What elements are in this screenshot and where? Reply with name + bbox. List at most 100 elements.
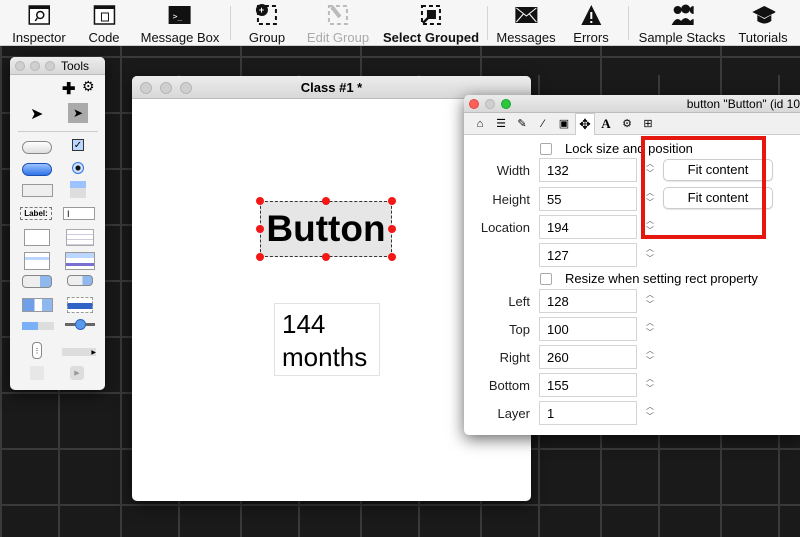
zoom-button[interactable]	[45, 61, 55, 71]
list-field-tool-icon[interactable]	[24, 252, 50, 270]
resize-handle[interactable]	[388, 253, 396, 261]
progress-bar-tool-icon[interactable]	[22, 322, 54, 330]
sample-stacks-button[interactable]: Sample Stacks	[639, 3, 725, 45]
location-x-field[interactable]: 194	[539, 215, 637, 239]
code-icon	[92, 3, 116, 27]
rectangle-button-tool-icon[interactable]	[22, 184, 53, 197]
tab-position-move-icon[interactable]: ✥	[575, 112, 595, 135]
tab-custom-properties-database-icon[interactable]: ☰	[491, 114, 511, 134]
right-label: Right	[499, 350, 530, 365]
edit-tool-arrow-icon[interactable]: ➤	[68, 103, 88, 123]
left-field[interactable]: 128	[539, 289, 637, 313]
zoom-button[interactable]	[180, 82, 192, 94]
selected-button-control[interactable]: Button	[260, 201, 392, 257]
scrolling-field-tool-icon[interactable]	[24, 229, 50, 246]
gear-icon[interactable]: ⚙	[82, 78, 95, 95]
inspector-icon	[27, 3, 51, 27]
pulldown-menu-tool-icon[interactable]	[67, 275, 93, 286]
data-grid-tool-icon[interactable]	[65, 252, 95, 270]
top-stepper[interactable]: ︿ ﹀	[644, 318, 656, 340]
top-field[interactable]: 100	[539, 317, 637, 341]
resize-handle[interactable]	[388, 197, 396, 205]
tab-text-icon[interactable]: A	[596, 114, 616, 134]
radio-tool-icon[interactable]	[72, 162, 84, 174]
tutorials-button[interactable]: Tutorials	[738, 3, 788, 45]
resize-handle[interactable]	[388, 225, 396, 233]
resize-rect-checkbox[interactable]	[540, 273, 552, 285]
group-button[interactable]: + Group	[249, 3, 285, 45]
resize-handle[interactable]	[256, 225, 264, 233]
video-tool-icon[interactable]: ▶	[70, 366, 84, 380]
minimize-button[interactable]	[30, 61, 40, 71]
edit-group-button[interactable]: Edit Group	[307, 3, 369, 45]
minimize-button[interactable]	[485, 99, 495, 109]
label-tool-icon[interactable]: Label:	[20, 207, 52, 220]
bottom-stepper[interactable]: ︿ ﹀	[644, 374, 656, 396]
message-box-label: Message Box	[140, 30, 220, 45]
bottom-label: Bottom	[488, 378, 530, 393]
tab-effects-wand-icon[interactable]: ⁄	[533, 114, 553, 134]
graduation-cap-icon	[751, 3, 775, 27]
stack-title: Class #1 *	[300, 80, 363, 95]
tools-titlebar[interactable]: Tools	[10, 57, 105, 75]
resize-handle[interactable]	[256, 197, 264, 205]
close-button[interactable]	[15, 61, 25, 71]
inspector-label: Inspector	[12, 30, 66, 45]
message-box-button[interactable]: >_ Message Box	[140, 3, 220, 45]
months-field[interactable]: 144 months	[274, 303, 380, 376]
select-grouped-button[interactable]: Select Grouped	[383, 3, 479, 45]
option-menu-tool-icon[interactable]	[22, 275, 52, 288]
resize-handle[interactable]	[322, 253, 330, 261]
plus-icon[interactable]: ✚	[62, 79, 75, 99]
right-field[interactable]: 260	[539, 345, 637, 369]
close-button[interactable]	[140, 82, 152, 94]
location-y-field[interactable]: 127	[539, 243, 637, 267]
layer-stepper[interactable]: ︿ ﹀	[644, 402, 656, 424]
browse-tool-arrow-icon[interactable]: ➤	[30, 104, 43, 124]
tab-basic-home-icon[interactable]: ⌂	[470, 114, 490, 134]
little-arrows-tool-icon[interactable]: ⋮	[32, 342, 42, 359]
bottom-field[interactable]: 155	[539, 373, 637, 397]
inspector-tabbar: ⌂ ☰ ✎ ⁄ ▣ ✥ A ⚙ ⊞	[464, 112, 800, 135]
lock-size-checkbox[interactable]	[540, 143, 552, 155]
push-button-tool-icon[interactable]	[22, 141, 52, 154]
default-button-tool-icon[interactable]	[22, 163, 52, 176]
tab-geometry-icon[interactable]: ⊞	[638, 114, 658, 134]
svg-text:+: +	[259, 5, 264, 15]
messages-button[interactable]: Messages	[496, 3, 556, 45]
resize-handle[interactable]	[256, 253, 264, 261]
tab-panel-tool-icon[interactable]	[70, 181, 86, 198]
combo-box-tool-icon[interactable]	[22, 298, 53, 312]
divider	[18, 131, 98, 132]
inspector-button[interactable]: Inspector	[12, 3, 66, 45]
close-button[interactable]	[469, 99, 479, 109]
minimize-button[interactable]	[160, 82, 172, 94]
table-field-tool-icon[interactable]	[66, 229, 94, 246]
width-field[interactable]: 132	[539, 158, 637, 182]
people-icon	[670, 3, 694, 27]
slider-tool-icon[interactable]	[65, 319, 95, 330]
resize-rect-label: Resize when setting rect property	[565, 271, 758, 286]
tab-colors-pencil-icon[interactable]: ✎	[512, 114, 532, 134]
toolbar-separator	[628, 6, 629, 40]
location-y-stepper[interactable]: ︿ ﹀	[644, 244, 656, 266]
code-button[interactable]: Code	[88, 3, 120, 45]
popup-menu-tool-icon[interactable]	[67, 297, 93, 313]
tab-icons-image-icon[interactable]: ▣	[554, 114, 574, 134]
errors-button[interactable]: Errors	[573, 3, 609, 45]
field-tool-icon[interactable]: I	[63, 207, 95, 220]
image-tool-icon[interactable]	[30, 366, 44, 380]
player-tool-icon[interactable]: ▶	[62, 348, 96, 356]
layer-field[interactable]: 1	[539, 401, 637, 425]
resize-handle[interactable]	[322, 197, 330, 205]
height-field[interactable]: 55	[539, 187, 637, 211]
tools-title: Tools	[60, 59, 89, 73]
left-stepper[interactable]: ︿ ﹀	[644, 290, 656, 312]
inspector-titlebar[interactable]: button "Button" (id 10	[464, 95, 800, 113]
envelope-icon	[514, 3, 538, 27]
zoom-button[interactable]	[501, 99, 511, 109]
tutorials-label: Tutorials	[738, 30, 788, 45]
checkbox-tool-icon[interactable]: ✓	[72, 139, 84, 151]
right-stepper[interactable]: ︿ ﹀	[644, 346, 656, 368]
tab-advanced-gears-icon[interactable]: ⚙	[617, 114, 637, 134]
